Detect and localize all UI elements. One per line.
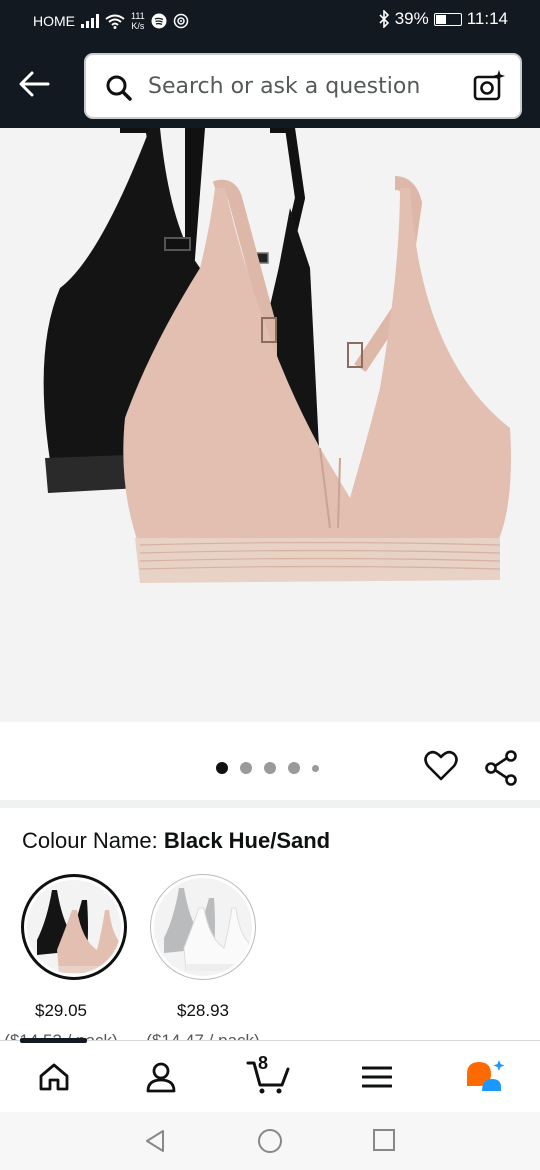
carousel-dots[interactable] [216, 762, 319, 774]
colour-name-value: Black Hue/Sand [163, 828, 331, 853]
battery-percent: 39% [394, 9, 429, 28]
net-speed: 111 K/s [131, 11, 145, 31]
product-image[interactable] [0, 128, 540, 722]
swatch-thumbnail [37, 890, 121, 973]
search-box[interactable] [84, 53, 522, 119]
nav-home[interactable] [24, 1055, 84, 1099]
colour-name: Colour Name: Black Hue/Sand [22, 828, 330, 854]
carousel-dot-2[interactable] [240, 762, 252, 774]
bluetooth-icon [379, 10, 389, 28]
account-icon [146, 1062, 176, 1093]
wifi-icon [105, 14, 125, 29]
net-speed-value: 111 [131, 11, 145, 21]
system-nav-bar [0, 1112, 540, 1170]
spotify-icon [151, 13, 167, 29]
carousel-dot-4[interactable] [288, 762, 300, 774]
share-icon[interactable] [484, 750, 518, 786]
signal-icon [81, 14, 99, 28]
system-home-icon[interactable] [257, 1128, 283, 1154]
colour-swatch-grey-white[interactable] [150, 874, 256, 980]
cart-count-badge: 8 [258, 1053, 269, 1073]
search-input[interactable] [148, 55, 458, 117]
status-left: HOME 111 K/s [33, 11, 189, 31]
colour-name-label: Colour Name: [22, 828, 158, 853]
swatch-price: $29.05 [35, 1001, 87, 1020]
product-photo [43, 128, 511, 583]
carousel-dot-3[interactable] [264, 762, 276, 774]
hotspot-icon [173, 13, 188, 29]
search-header [0, 40, 540, 128]
image-controls [0, 722, 540, 802]
nav-cart[interactable]: 8 [238, 1053, 298, 1099]
nav-menu[interactable] [347, 1055, 407, 1099]
system-recents-icon[interactable] [372, 1128, 396, 1152]
rufus-icon [467, 1060, 505, 1091]
swatch-price: $28.93 [177, 1001, 229, 1020]
section-divider [0, 800, 540, 808]
camera-icon[interactable] [472, 69, 506, 103]
status-right: 39% 11:14 [378, 9, 508, 29]
wishlist-heart-icon[interactable] [424, 750, 458, 782]
carousel-dot-1[interactable] [216, 762, 228, 774]
bottom-nav: 8 [0, 1038, 540, 1112]
carrier-label: HOME [33, 13, 75, 29]
battery-icon [433, 12, 462, 26]
home-icon [39, 1063, 69, 1091]
menu-icon [362, 1066, 392, 1088]
swatch-thumbnail [164, 888, 250, 971]
nav-account[interactable] [131, 1055, 191, 1099]
net-speed-unit: K/s [131, 21, 145, 31]
nav-rufus[interactable] [455, 1055, 515, 1099]
back-button[interactable] [14, 64, 54, 104]
home-active-indicator [20, 1038, 87, 1043]
status-bar: HOME 111 K/s 39% 11:14 [0, 0, 540, 40]
colour-swatch-black-sand[interactable] [21, 874, 127, 980]
search-icon[interactable] [105, 74, 133, 102]
system-back-icon[interactable] [143, 1128, 167, 1154]
clock: 11:14 [466, 9, 508, 28]
arrow-left-icon [19, 71, 50, 97]
carousel-dot-5[interactable] [312, 764, 319, 772]
